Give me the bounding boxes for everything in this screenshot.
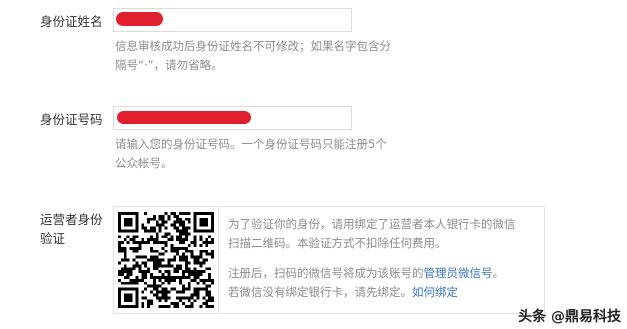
watermark: 头条 @鼎易科技 [518, 309, 621, 325]
id-name-label: 身份证姓名 [40, 14, 103, 29]
verify-desc2-line2: 若微信没有绑定银行卡，请先绑定。如何绑定 [228, 283, 458, 302]
verify-desc1-line2: 扫描二维码。本验证方式不扣除任何费用。 [228, 236, 447, 250]
admin-wechat-link[interactable]: 管理员微信号 [424, 266, 493, 280]
verify-label-line2: 验证 [40, 231, 66, 246]
id-name-hint-line1: 信息审核成功后身份证姓名不可修改；如果名字包含分 [115, 39, 391, 53]
qr-code-panel [114, 207, 219, 313]
verification-box: 为了验证你的身份，请用绑定了运营者本人银行卡的微信 扫描二维码。本验证方式不扣除… [113, 206, 545, 314]
verify-desc2-line1: 注册后，扫码的微信号将成为该账号的管理员微信号。 [228, 264, 504, 283]
verify-label-line1: 运营者身份 [40, 212, 103, 227]
id-number-hint-line1: 请输入您的身份证号码。一个身份证号码只能注册5个 [115, 137, 387, 151]
id-number-hint-line2: 公众帐号。 [115, 156, 173, 170]
how-to-bind-link[interactable]: 如何绑定 [412, 285, 458, 299]
id-number-label: 身份证号码 [40, 112, 103, 127]
name-redaction [116, 12, 163, 26]
id-number-redaction [117, 111, 251, 124]
qr-code-icon[interactable] [118, 212, 214, 308]
desc2-prefix: 注册后，扫码的微信号将成为该账号的 [228, 266, 424, 280]
verify-desc1-line1: 为了验证你的身份，请用绑定了运营者本人银行卡的微信 [228, 217, 516, 231]
desc2-suffix: 。 [492, 266, 505, 280]
desc2-line2-prefix: 若微信没有绑定银行卡，请先绑定。 [228, 285, 412, 299]
id-name-hint-line2: 隔号“·”，请勿省略。 [115, 58, 223, 72]
